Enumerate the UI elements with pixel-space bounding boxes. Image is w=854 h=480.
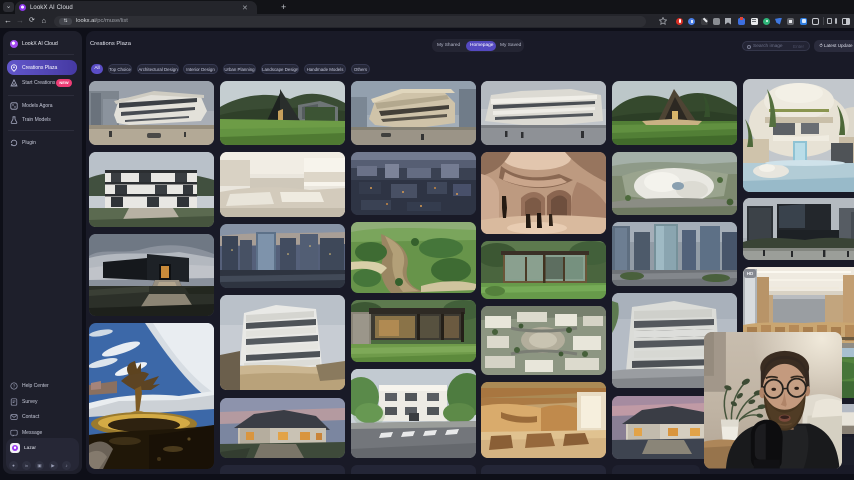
svg-text:?: ? — [13, 384, 16, 389]
